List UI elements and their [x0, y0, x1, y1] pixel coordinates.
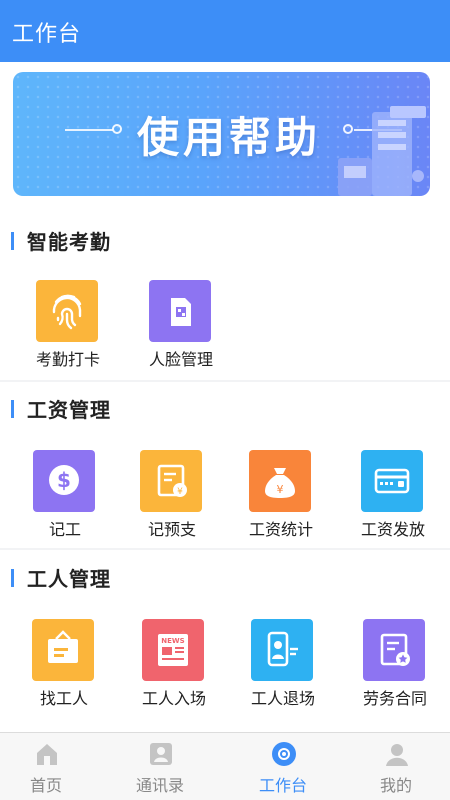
tile-label: 找工人: [39, 689, 88, 708]
tile-label: 工资发放: [360, 520, 425, 539]
home-icon: [37, 744, 57, 765]
contacts-icon: [150, 743, 172, 765]
card-icon: [361, 450, 423, 512]
tile-label: 记预支: [147, 520, 196, 539]
tile-worker-entry[interactable]: NEWS 工人入场: [124, 619, 224, 711]
face-card-icon: [149, 280, 211, 342]
contract-icon: [363, 619, 425, 681]
profile-icon: [386, 744, 408, 766]
tile-salary-payout[interactable]: 工资发放: [343, 450, 443, 542]
section-marker: [11, 569, 14, 587]
signboard-icon: [32, 619, 94, 681]
tile-face-manage[interactable]: 人脸管理: [131, 280, 231, 372]
tile-label: 记工: [48, 520, 81, 539]
banner-rule-left: [65, 129, 113, 131]
section-title: 智能考勤: [27, 230, 111, 254]
section-salary: 工资管理 $ 记工 ¥ 记预支 ¥ 工资统计 工资发放: [0, 382, 450, 548]
nav-item-home[interactable]: 首页: [0, 733, 102, 800]
section-title: 工资管理: [27, 398, 111, 422]
nav-label: 首页: [29, 776, 62, 795]
office-illustration-icon: [338, 106, 426, 196]
nav-item-mine[interactable]: 我的: [340, 733, 450, 800]
section-attendance: 智能考勤 考勤打卡 人脸管理: [0, 212, 450, 380]
svg-text:¥: ¥: [177, 487, 183, 497]
workbench-icon: [272, 742, 296, 766]
tile-label: 工人入场: [141, 689, 206, 708]
page-title: 工作台: [12, 22, 82, 47]
banner-ring-left: [112, 124, 122, 134]
workbench-content[interactable]: 使用帮助 智能考勤 考勤打卡 人脸管理 工资管理 $ 记工 ¥ 记预支 ¥ 工资…: [0, 62, 450, 732]
tile-record-advance[interactable]: ¥ 记预支: [122, 450, 222, 542]
nav-label: 通讯录: [135, 776, 184, 795]
banner-title: 使用帮助: [137, 113, 322, 162]
tile-label: 劳务合同: [362, 689, 427, 708]
tile-labor-contract[interactable]: 劳务合同: [345, 619, 445, 711]
tile-label: 工人退场: [250, 689, 315, 708]
tile-worker-exit[interactable]: 工人退场: [233, 619, 333, 711]
tile-find-worker[interactable]: 找工人: [14, 619, 114, 711]
tile-label: 考勤打卡: [35, 350, 100, 369]
nav-item-workbench[interactable]: 工作台: [227, 733, 339, 800]
tile-record-work[interactable]: $ 记工: [15, 450, 115, 542]
nav-label: 工作台: [258, 776, 307, 795]
section-workers: 工人管理 找工人 NEWS 工人入场 工人退场 劳务合同: [0, 550, 450, 732]
money-bag-icon: ¥: [249, 450, 311, 512]
tile-salary-stats[interactable]: ¥ 工资统计: [231, 450, 331, 542]
section-title: 工人管理: [27, 567, 111, 591]
tile-label: 工资统计: [248, 520, 313, 539]
badge-icon: [251, 619, 313, 681]
dollar-icon: $: [33, 450, 95, 512]
svg-text:¥: ¥: [277, 483, 284, 496]
svg-text:$: $: [57, 468, 71, 492]
news-icon: NEWS: [142, 619, 204, 681]
svg-text:NEWS: NEWS: [161, 637, 184, 645]
nav-item-contacts[interactable]: 通讯录: [104, 733, 216, 800]
section-marker: [11, 232, 14, 250]
help-banner[interactable]: 使用帮助: [13, 72, 430, 196]
section-marker: [11, 400, 14, 418]
nav-label: 我的: [379, 776, 412, 795]
bottom-nav: 首页 通讯录 工作台 我的: [0, 732, 450, 800]
advance-icon: ¥: [140, 450, 202, 512]
app-bar: 工作台: [0, 0, 450, 62]
fingerprint-icon: [36, 280, 98, 342]
tile-label: 人脸管理: [148, 350, 213, 369]
tile-attendance-punch[interactable]: 考勤打卡: [18, 280, 118, 372]
